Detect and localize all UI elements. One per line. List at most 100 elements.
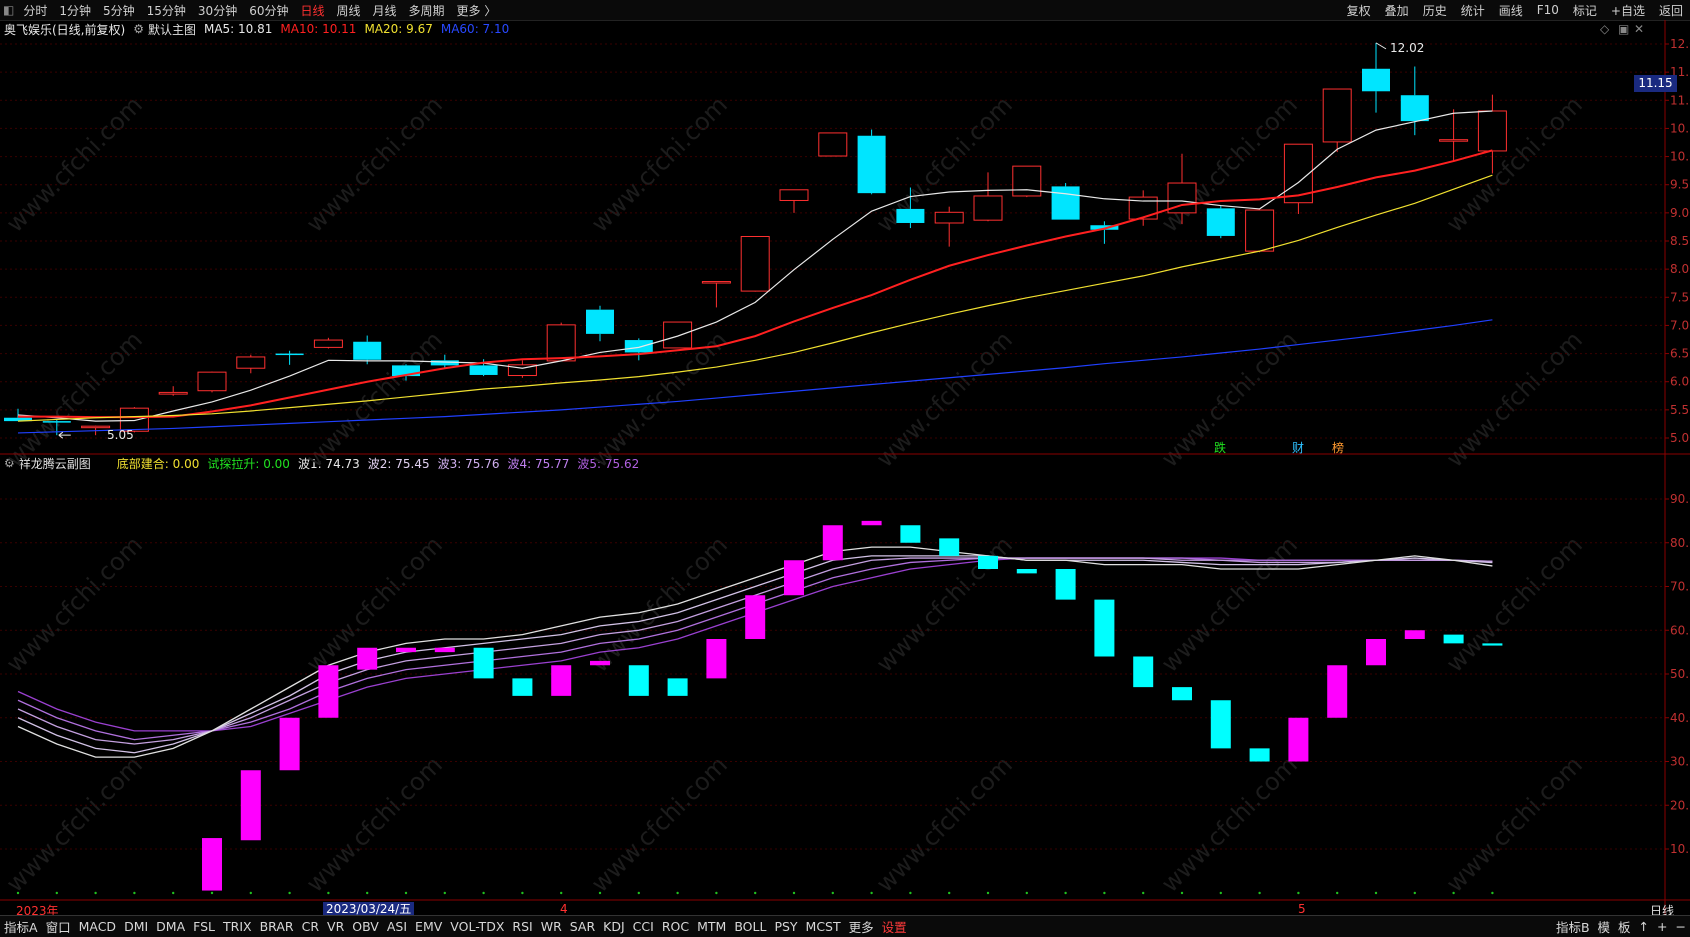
tab-dmi[interactable]: DMI <box>120 919 152 934</box>
template-tab-1[interactable]: 模 <box>1594 917 1615 936</box>
period-tab-15min[interactable]: 15分钟 <box>141 2 192 19</box>
date-dot <box>249 891 252 895</box>
draw-button[interactable]: 画线 <box>1492 2 1530 19</box>
stats-button[interactable]: 统计 <box>1454 2 1492 19</box>
period-tab-monthly[interactable]: 月线 <box>367 2 403 19</box>
event-mark-drop[interactable]: 跌 <box>1214 439 1226 456</box>
window-icon[interactable]: ▣ <box>1618 22 1629 36</box>
watermark-text: www.cfchi.com <box>871 91 1018 238</box>
tab-dma[interactable]: DMA <box>152 919 189 934</box>
watermark-text: www.cfchi.com <box>1441 326 1588 473</box>
period-tab-daily[interactable]: 日线 <box>294 2 330 19</box>
indicator-a-tab[interactable]: 指标A <box>0 917 42 936</box>
period-tab-60min[interactable]: 60分钟 <box>243 2 294 19</box>
period-tab-more[interactable]: 更多 〉 <box>451 2 503 19</box>
sub-grid <box>0 498 1665 850</box>
period-tab-weekly[interactable]: 周线 <box>331 2 367 19</box>
tab-cr[interactable]: CR <box>298 919 323 934</box>
main-chart-name[interactable]: 默认主图 <box>148 21 196 38</box>
tab-sar[interactable]: SAR <box>566 919 599 934</box>
event-mark-finance[interactable]: 财 <box>1292 439 1304 456</box>
ma-line-MA60 <box>17 319 1493 434</box>
indicator-b-tab[interactable]: 指标B <box>1552 917 1594 936</box>
indicator-bar <box>1404 630 1425 639</box>
event-mark-list[interactable]: 榜 <box>1332 439 1344 456</box>
main-y-tick-label: 12.00 <box>1670 37 1690 51</box>
tab-macd[interactable]: MACD <box>75 919 120 934</box>
tab-asi[interactable]: ASI <box>383 919 411 934</box>
tab-vr[interactable]: VR <box>323 919 348 934</box>
tab-brar[interactable]: BRAR <box>256 919 298 934</box>
candle-body-up <box>236 356 266 369</box>
indicator-bar <box>1094 599 1115 657</box>
sub-chart-title[interactable]: 祥龙腾云副图 <box>19 455 91 472</box>
date-dot <box>327 891 330 895</box>
period-tab-1min[interactable]: 1分钟 <box>53 2 97 19</box>
moving-averages <box>17 110 1493 434</box>
history-button[interactable]: 历史 <box>1416 2 1454 19</box>
scroll-up-icon[interactable]: ↑ <box>1635 919 1653 934</box>
back-icon[interactable]: ◧ <box>0 3 17 17</box>
chart-settings-icon[interactable]: ⚙ <box>133 22 144 36</box>
main-y-tick-label: 6.50 <box>1670 347 1690 361</box>
wave-line-波1 <box>17 546 1493 758</box>
sub-y-axis: 90.00 80.00 70.00 60.00 50.00 40.00 30.00 20.00… <box>1665 492 1690 856</box>
close-chart-icon[interactable]: ✕ <box>1634 22 1644 36</box>
candle-body-up <box>158 391 188 395</box>
mark-button[interactable]: 标记 <box>1566 2 1604 19</box>
date-dot <box>94 891 97 895</box>
indicator-bar <box>551 665 572 696</box>
tab-mcst[interactable]: MCST <box>802 919 845 934</box>
period-tab-multi[interactable]: 多周期 <box>403 2 451 19</box>
zoom-out-icon[interactable]: − <box>1672 919 1690 934</box>
tab-wr[interactable]: WR <box>537 919 566 934</box>
date-dot <box>637 891 640 895</box>
date-dot <box>715 891 718 895</box>
return-button[interactable]: 返回 <box>1652 2 1690 19</box>
f10-button[interactable]: F10 <box>1530 3 1566 17</box>
tab-kdj[interactable]: KDJ <box>599 919 629 934</box>
candlesticks <box>4 42 1507 436</box>
overlay-button[interactable]: 叠加 <box>1378 2 1416 19</box>
tab-mtm[interactable]: MTM <box>693 919 730 934</box>
tab-rsi[interactable]: RSI <box>508 919 536 934</box>
date-dot <box>560 891 563 895</box>
sub-settings-icon[interactable]: ⚙ <box>4 456 15 470</box>
date-dot <box>133 891 136 895</box>
tab-psy[interactable]: PSY <box>770 919 801 934</box>
settings-tab[interactable]: 设置 <box>878 917 911 936</box>
main-y-tick-label: 7.50 <box>1670 290 1690 304</box>
period-tab-minute[interactable]: 分时 <box>17 2 53 19</box>
template-tab-2[interactable]: 板 <box>1614 917 1635 936</box>
diamond-icon[interactable]: ◇ <box>1600 22 1609 36</box>
indicator-bar <box>1016 569 1037 574</box>
period-tab-30min[interactable]: 30分钟 <box>192 2 243 19</box>
zoom-in-icon[interactable]: + <box>1653 919 1671 934</box>
fuquan-button[interactable]: 复权 <box>1340 2 1378 19</box>
tab-emv[interactable]: EMV <box>411 919 446 934</box>
date-april-label: 4 <box>560 902 568 916</box>
indicator-bar <box>1249 748 1270 762</box>
period-tab-5min[interactable]: 5分钟 <box>97 2 141 19</box>
tab-trix[interactable]: TRIX <box>219 919 256 934</box>
tab-cci[interactable]: CCI <box>629 919 658 934</box>
candle-body-down <box>469 365 498 375</box>
tab-fsl[interactable]: FSL <box>189 919 219 934</box>
indicator-bar <box>240 770 261 841</box>
watermark-text: www.cfchi.com <box>1156 326 1303 473</box>
add-watchlist-button[interactable]: +自选 <box>1604 2 1652 19</box>
candle-body-up <box>973 195 1003 221</box>
watermark-text: www.cfchi.com <box>1 531 148 678</box>
indicator-tabs: 指标A 窗口 MACD DMI DMA FSL TRIX BRAR CR VR … <box>0 915 1690 937</box>
indicator-bar <box>434 647 455 653</box>
window-tab[interactable]: 窗口 <box>42 917 75 936</box>
candle-body-down <box>42 421 71 423</box>
main-y-tick-label: 7.00 <box>1670 318 1690 332</box>
candle-body-down <box>586 309 614 334</box>
tab-more[interactable]: 更多 <box>845 917 878 936</box>
watermark-text: www.cfchi.com <box>871 751 1018 898</box>
tab-vol-tdx[interactable]: VOL-TDX <box>446 919 508 934</box>
tab-roc[interactable]: ROC <box>658 919 693 934</box>
tab-obv[interactable]: OBV <box>348 919 383 934</box>
tab-boll[interactable]: BOLL <box>730 919 770 934</box>
